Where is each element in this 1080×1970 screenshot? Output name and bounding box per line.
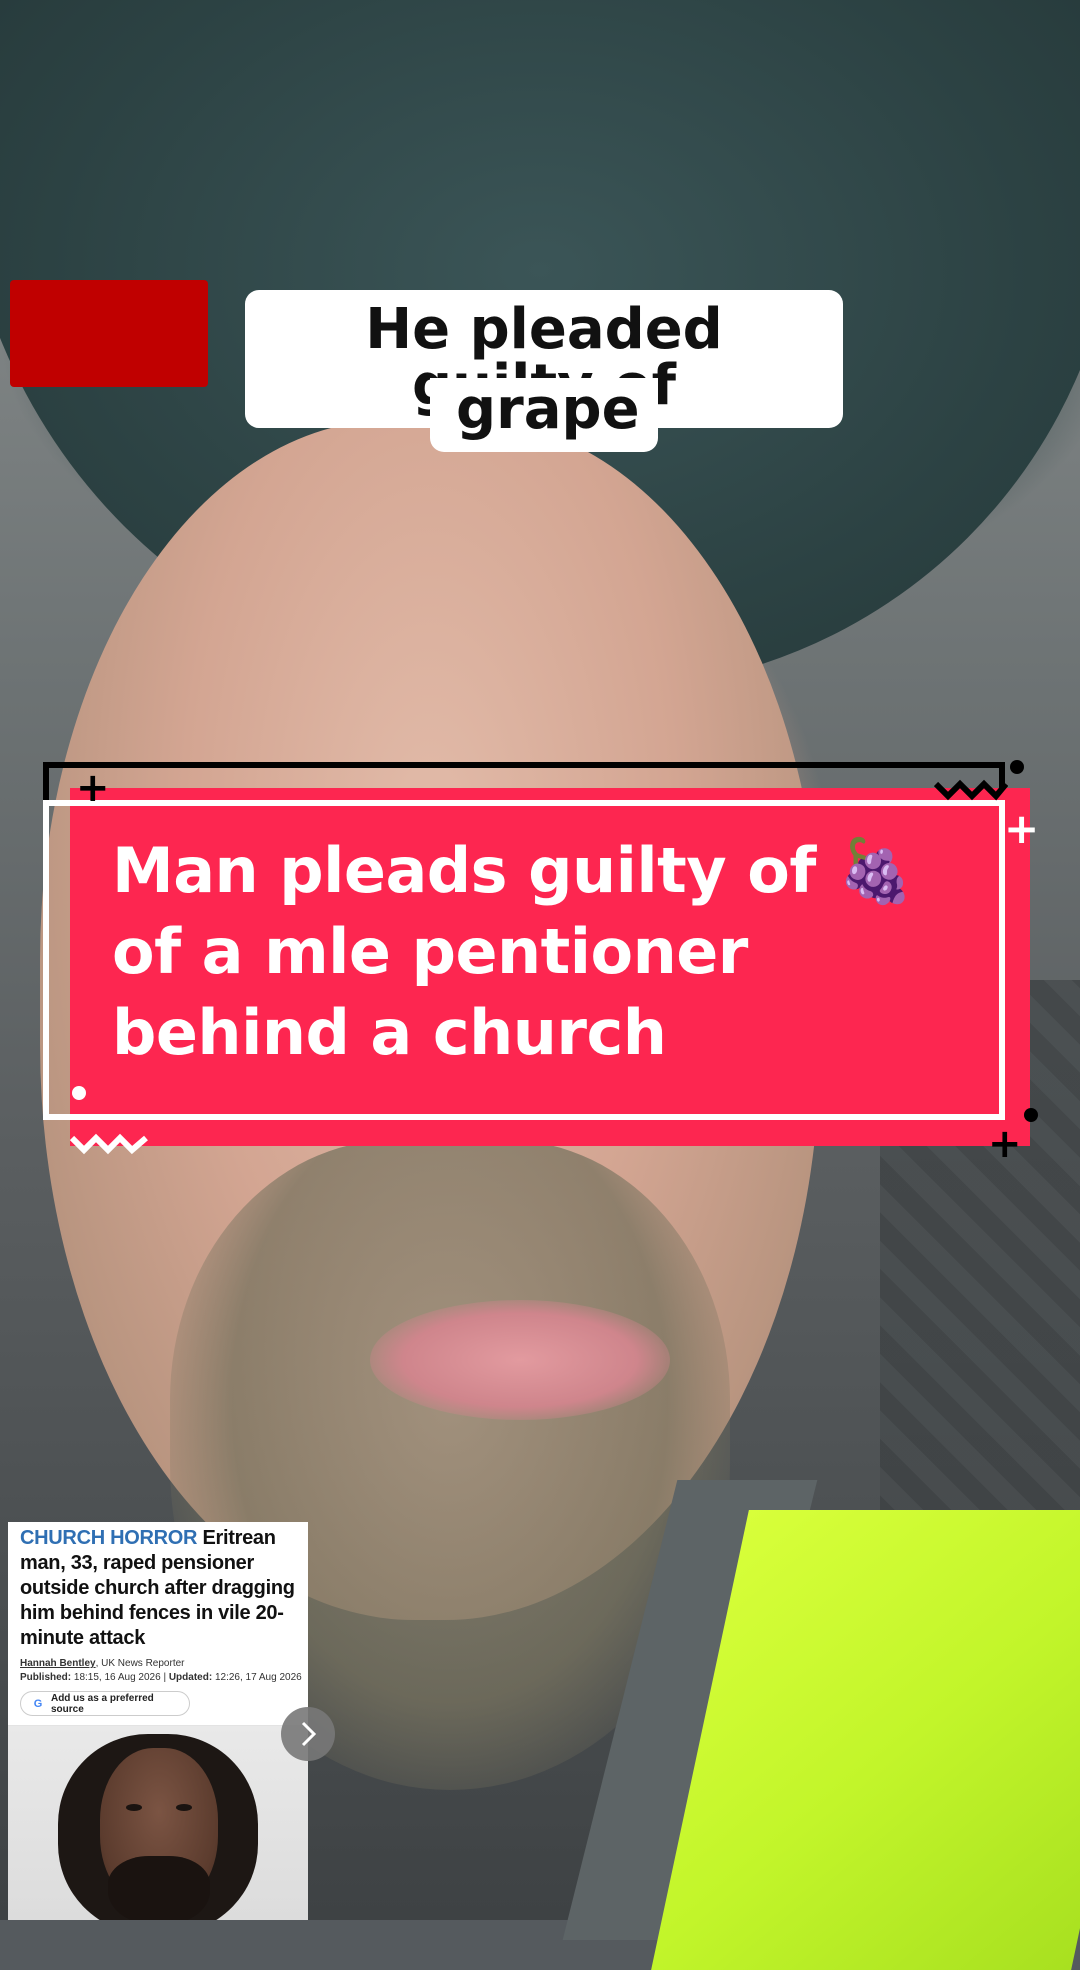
news-author: Hannah Bentley [20, 1658, 96, 1669]
google-icon: G [33, 1697, 43, 1710]
byline-separator: | [163, 1672, 167, 1683]
news-kicker: CHURCH HORROR [20, 1527, 198, 1549]
mugshot-eye [176, 1804, 192, 1811]
plus-decoration: + [76, 765, 110, 811]
news-byline: Hannah Bentley, UK News Reporter Publish… [20, 1657, 304, 1685]
caption-line-2: grape [430, 378, 658, 452]
plus-decoration: + [1004, 804, 1040, 853]
updated-date: 12:26, 17 Aug 2026 [214, 1672, 302, 1683]
news-article-screenshot: CHURCH HORROR Eritrean man, 33, raped pe… [8, 1522, 308, 1920]
published-label: Published: [20, 1672, 72, 1683]
zigzag-decoration [934, 779, 1008, 801]
preferred-source-label: Add us as a preferred source [50, 1692, 154, 1715]
plus-decoration: + [988, 1121, 1022, 1167]
mugshot-eye [126, 1804, 142, 1811]
preferred-source-button: G Add us as a preferred source [20, 1691, 190, 1716]
sticker-headline-text: Man pleads guilty of 🍇 of a mle pentione… [112, 834, 914, 1069]
updated-label: Updated: [168, 1672, 213, 1683]
chevron-right-icon [301, 1721, 317, 1747]
news-author-role: , UK News Reporter [95, 1658, 185, 1669]
zigzag-decoration [70, 1133, 148, 1155]
dot-decoration [1024, 1108, 1038, 1122]
lips [370, 1300, 670, 1420]
dot-decoration [72, 1086, 86, 1100]
mugshot-photo [8, 1726, 308, 1920]
red-rectangle-overlay [10, 280, 208, 387]
dot-decoration [1010, 760, 1024, 774]
news-headline: CHURCH HORROR Eritrean man, 33, raped pe… [20, 1526, 304, 1651]
published-date: 18:15, 16 Aug 2026 [73, 1672, 161, 1683]
next-arrow-button[interactable] [281, 1707, 335, 1761]
mugshot-beard [108, 1856, 210, 1920]
